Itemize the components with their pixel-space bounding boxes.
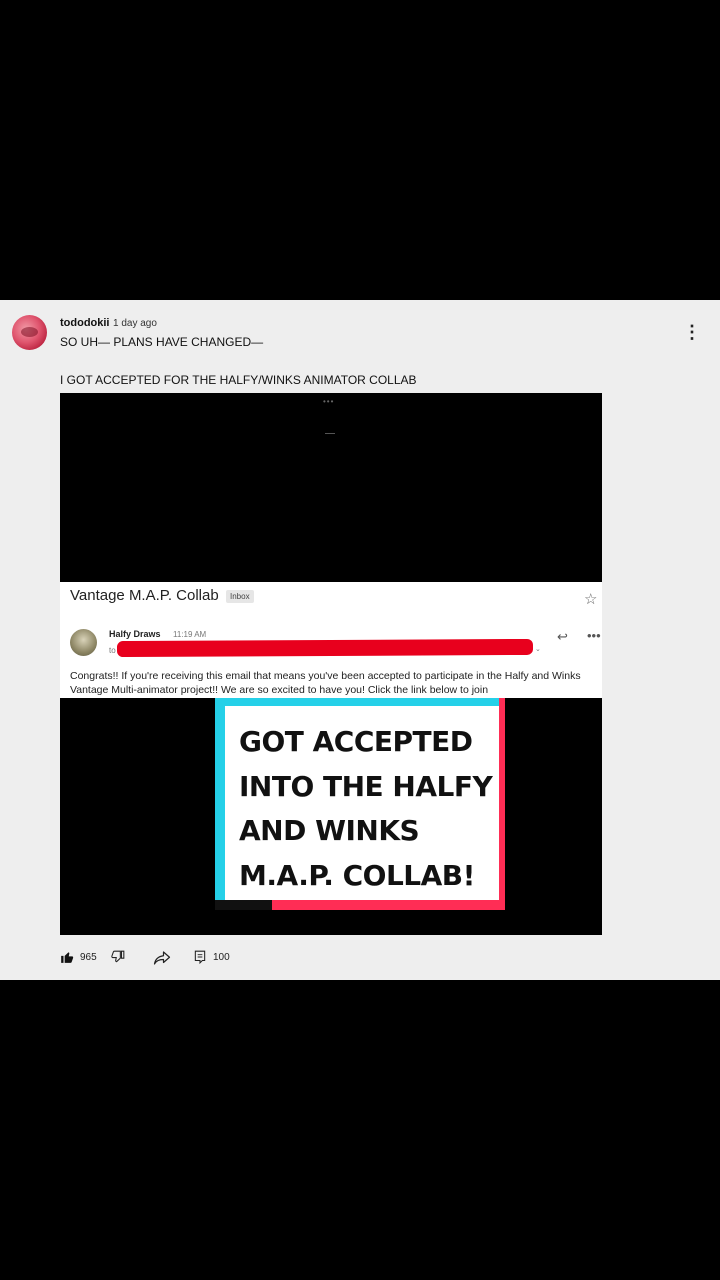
card-border-left [215, 698, 225, 910]
comment-line-2: I GOT ACCEPTED FOR THE HALFY/WINKS ANIMA… [60, 373, 417, 387]
divider [325, 433, 335, 434]
card-border-top [215, 698, 505, 706]
sender-avatar [70, 629, 97, 656]
card-border-bottom [272, 900, 505, 910]
comment-image[interactable]: ••• Vantage M.A.P. Collab Inbox ☆ Halfy … [60, 393, 602, 935]
card-text: GOT ACCEPTED INTO THE HALFY AND WINKS M.… [239, 720, 493, 898]
card-text-line: AND WINKS [239, 814, 420, 847]
email-sender: Halfy Draws [109, 629, 161, 639]
redaction-mark [116, 638, 534, 658]
comment-line-1: SO UH— PLANS HAVE CHANGED— [60, 335, 264, 349]
email-screenshot: Vantage M.A.P. Collab Inbox ☆ Halfy Draw… [60, 582, 602, 698]
email-subject: Vantage M.A.P. Collab [70, 587, 219, 604]
thumb-up-icon[interactable] [60, 950, 74, 964]
more-vert-icon[interactable]: ⋮ [683, 322, 701, 342]
email-to-label: to [109, 646, 116, 655]
card-border-right [499, 698, 505, 910]
card-text-line: INTO THE HALFY [239, 769, 493, 803]
comment-icon[interactable] [194, 950, 206, 964]
email-body: Congrats!! If you're receiving this emai… [70, 670, 581, 696]
email-time: 11:19 AM [173, 630, 207, 639]
share-icon[interactable] [153, 950, 171, 966]
reply-icon: ↩ [557, 629, 568, 644]
timestamp: 1 day ago [113, 318, 157, 329]
card-text-line: M.A.P. COLLAB! [239, 858, 475, 892]
more-horiz-icon: ••• [587, 628, 601, 643]
like-count: 965 [80, 952, 97, 963]
chevron-down-icon: ⌄ [535, 646, 541, 653]
card-body: GOT ACCEPTED INTO THE HALFY AND WINKS M.… [225, 706, 499, 900]
avatar[interactable] [12, 315, 47, 350]
card-border-bottom-dark [215, 900, 272, 910]
inbox-badge: Inbox [226, 590, 254, 603]
text-overlay-card: GOT ACCEPTED INTO THE HALFY AND WINKS M.… [215, 698, 505, 910]
star-icon: ☆ [584, 591, 598, 608]
thumb-down-icon[interactable] [111, 950, 125, 964]
username[interactable]: tododokii [60, 317, 110, 329]
comment-count: 100 [213, 952, 230, 963]
card-text-line: GOT ACCEPTED [239, 725, 473, 758]
dots-indicator: ••• [323, 397, 335, 406]
